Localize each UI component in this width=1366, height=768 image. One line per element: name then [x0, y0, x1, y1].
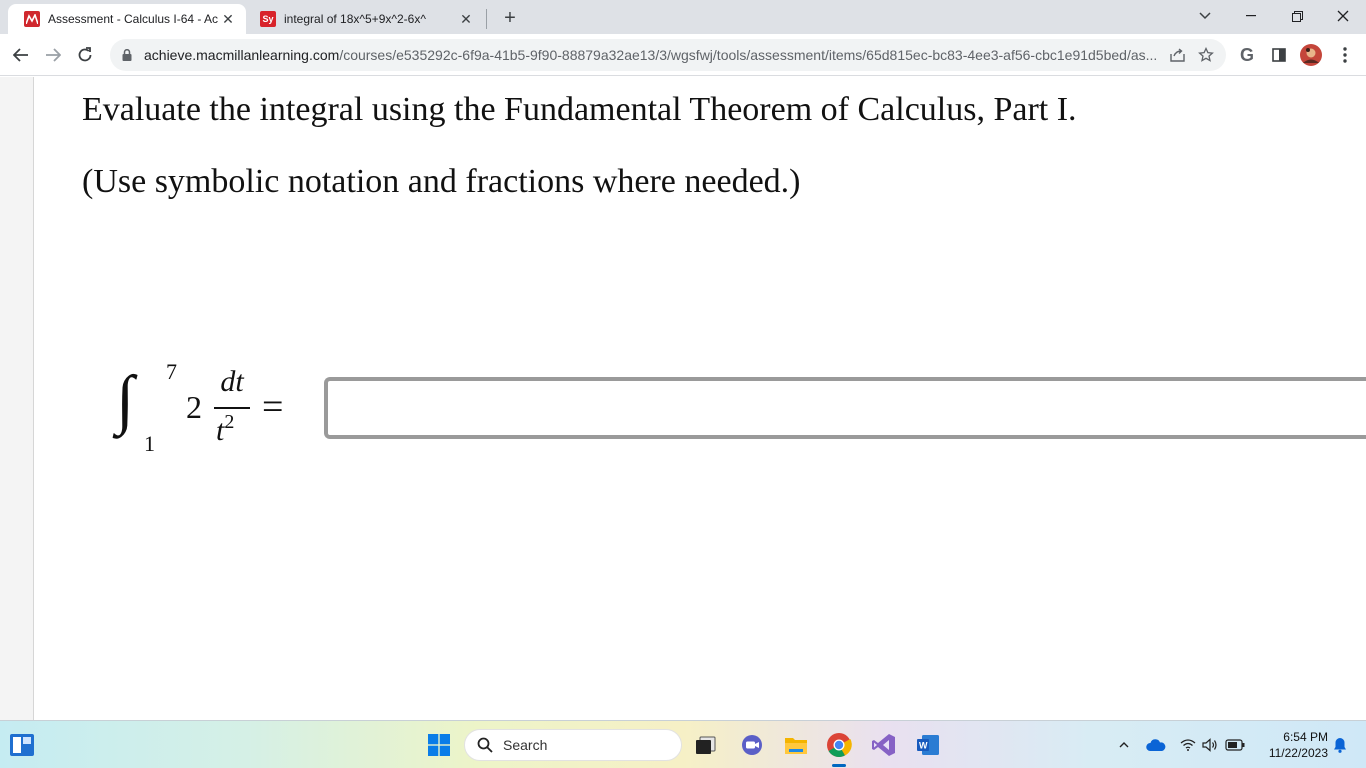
active-app-indicator	[832, 764, 846, 767]
show-hidden-icons-chevron-icon[interactable]	[1116, 733, 1132, 757]
clock-date: 11/22/2023	[1268, 746, 1328, 760]
visual-studio-icon[interactable]	[868, 729, 900, 761]
onedrive-icon[interactable]	[1144, 733, 1168, 757]
side-panel-icon[interactable]	[1266, 42, 1292, 68]
symbolab-icon: Sy	[260, 11, 276, 27]
widgets-icon[interactable]	[10, 734, 34, 756]
macmillan-achieve-icon	[24, 11, 40, 27]
tab-search-chevron-icon[interactable]	[1190, 0, 1220, 32]
integral-sign: ∫	[116, 363, 135, 436]
tab-title: Assessment - Calculus I-64 - Ach	[48, 12, 218, 26]
search-label: Search	[503, 737, 548, 753]
system-clock[interactable]: 6:54 PM 11/22/2023	[1256, 729, 1328, 761]
tab-title: integral of 18x^5+9x^2-6x^	[284, 12, 426, 26]
hint-text: (Use symbolic notation and fractions whe…	[82, 163, 801, 200]
page-content: Evaluate the integral using the Fundamen…	[0, 77, 1366, 720]
windows-taskbar: Search W 6:54 PM 11/22/2023	[0, 720, 1366, 768]
share-icon[interactable]	[1164, 41, 1192, 69]
upper-limit: 7	[166, 359, 177, 384]
fraction-bar	[214, 407, 250, 409]
close-window-icon[interactable]	[1328, 0, 1358, 32]
address-bar[interactable]: achieve.macmillanlearning.com/courses/e5…	[110, 39, 1226, 71]
bookmark-star-icon[interactable]	[1192, 41, 1220, 69]
volume-icon[interactable]	[1200, 733, 1220, 757]
teams-chat-icon[interactable]	[736, 729, 768, 761]
restore-icon[interactable]	[1282, 0, 1312, 32]
integral-expression: ∫ 7 1 2 dt t2 =	[116, 359, 306, 459]
minimize-icon[interactable]	[1236, 0, 1266, 32]
tab-assessment[interactable]: Assessment - Calculus I-64 - Ach ✕	[8, 4, 246, 34]
fraction-denominator: t2	[216, 411, 234, 448]
menu-kebab-icon[interactable]	[1332, 42, 1358, 68]
coefficient: 2	[186, 389, 202, 425]
taskbar-search[interactable]: Search	[464, 729, 682, 761]
tab-separator	[486, 9, 487, 29]
reload-icon[interactable]	[72, 42, 98, 68]
left-sidebar	[0, 77, 34, 720]
windows-start-icon[interactable]	[423, 729, 455, 761]
svg-text:W: W	[919, 741, 928, 751]
profile-avatar[interactable]	[1298, 42, 1324, 68]
close-tab-icon[interactable]: ✕	[456, 9, 476, 29]
wifi-icon[interactable]	[1178, 733, 1198, 757]
browser-toolbar: achieve.macmillanlearning.com/courses/e5…	[0, 34, 1366, 76]
forward-icon[interactable]	[40, 42, 66, 68]
task-view-icon[interactable]	[690, 729, 722, 761]
chrome-icon[interactable]	[823, 729, 855, 761]
lock-icon[interactable]	[122, 49, 134, 61]
clock-time: 6:54 PM	[1283, 730, 1328, 744]
battery-icon[interactable]	[1224, 733, 1246, 757]
answer-input[interactable]	[324, 377, 1366, 439]
new-tab-button[interactable]: +	[498, 6, 522, 30]
folder-icon[interactable]	[780, 729, 812, 761]
grammarly-extension-icon[interactable]: G	[1234, 42, 1260, 68]
fraction-numerator: dt	[220, 365, 244, 398]
back-icon[interactable]	[8, 42, 34, 68]
question-text: Evaluate the integral using the Fundamen…	[82, 91, 1077, 128]
equals-sign: =	[262, 386, 284, 428]
word-icon[interactable]: W	[912, 729, 944, 761]
close-tab-icon[interactable]: ✕	[218, 9, 238, 29]
search-icon	[477, 737, 493, 753]
lower-limit: 1	[144, 431, 155, 456]
browser-tabstrip: Assessment - Calculus I-64 - Ach ✕ Sy in…	[0, 0, 1366, 34]
tab-integral[interactable]: Sy integral of 18x^5+9x^2-6x^ ✕	[244, 4, 484, 34]
url-host: achieve.macmillanlearning.com	[144, 47, 340, 63]
denominator-exponent: 2	[224, 411, 235, 433]
notification-bell-icon[interactable]	[1330, 733, 1350, 757]
url-text[interactable]: achieve.macmillanlearning.com/courses/e5…	[144, 47, 1164, 63]
url-path: /courses/e535292c-6f9a-41b5-9f90-88879a3…	[339, 47, 1158, 63]
